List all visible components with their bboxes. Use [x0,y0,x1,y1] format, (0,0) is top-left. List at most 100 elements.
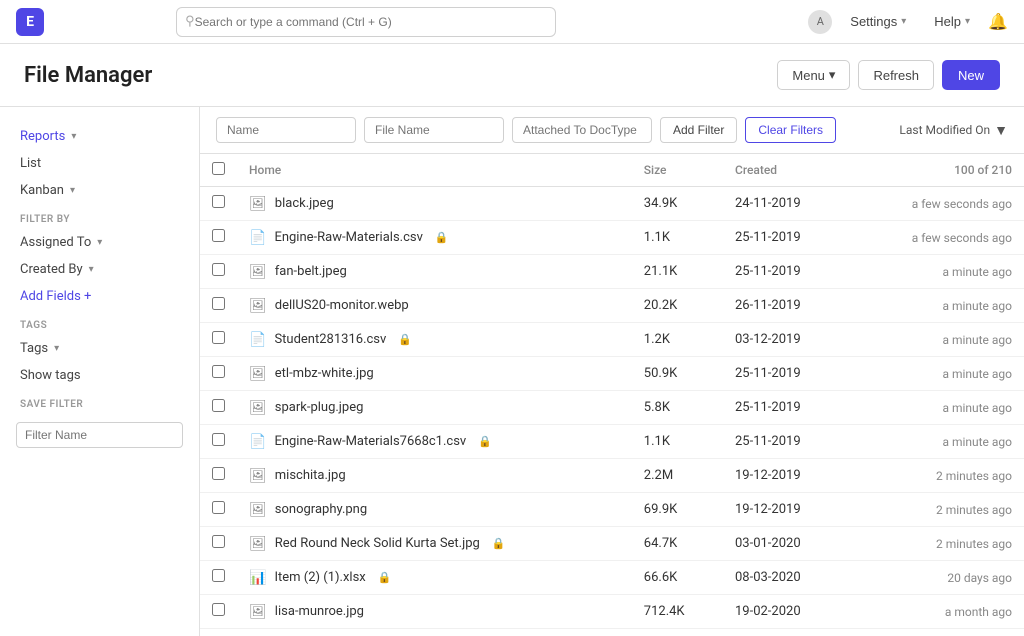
file-name-cell: 🖼 spark-plug.jpeg [237,391,632,425]
file-modified-cell: 2 minutes ago [849,493,1024,527]
settings-chevron-icon: ▾ [901,16,906,27]
row-checkbox-cell[interactable] [200,323,237,357]
row-checkbox-cell[interactable] [200,255,237,289]
select-all-checkbox[interactable] [212,162,225,175]
sidebar-item-assigned-to[interactable]: Assigned To ▾ [0,229,199,256]
row-checkbox[interactable] [212,433,225,446]
row-checkbox[interactable] [212,501,225,514]
sidebar-item-created-by[interactable]: Created By ▾ [0,256,199,283]
search-bar[interactable]: ⚲ [176,7,556,37]
search-input[interactable] [195,15,547,29]
file-modified-cell: a minute ago [849,391,1024,425]
bell-icon[interactable]: 🔔 [988,12,1008,31]
file-name-cell: 📄 Engine-Raw-Materials.csv 🔒 [237,221,632,255]
table-row: 📄 Engine-Raw-Materials.csv 🔒 1.1K 25-11-… [200,221,1024,255]
row-checkbox-cell[interactable] [200,493,237,527]
file-name-text[interactable]: black.jpeg [275,196,334,211]
file-name-text[interactable]: Engine-Raw-Materials7668c1.csv [274,434,466,449]
sidebar-item-tags[interactable]: Tags ▾ [0,335,199,362]
file-name-text[interactable]: mischita.jpg [275,468,346,483]
row-checkbox-cell[interactable] [200,289,237,323]
row-checkbox-cell[interactable] [200,459,237,493]
file-name-text[interactable]: spark-plug.jpeg [275,400,364,415]
sidebar-item-kanban[interactable]: Kanban ▾ [0,177,199,204]
file-created-cell: 25-11-2019 [723,357,849,391]
tags-label: TAGS [0,310,199,335]
sidebar-item-show-tags[interactable]: Show tags [0,362,199,389]
file-size-cell: 64.7K [632,527,723,561]
file-created-cell: 19-02-2020 [723,595,849,629]
row-checkbox-cell[interactable] [200,391,237,425]
file-size-cell: 1.2K [632,323,723,357]
row-checkbox-cell[interactable] [200,221,237,255]
row-checkbox-cell[interactable] [200,357,237,391]
file-name-cell: 🖼 Red Round Neck Solid Kurta Set.jpg 🔒 [237,527,632,561]
file-name-text[interactable]: Engine-Raw-Materials.csv [274,230,422,245]
menu-button[interactable]: Menu ▾ [777,60,850,90]
row-checkbox[interactable] [212,399,225,412]
table-row: 🖼 fan-belt.jpeg 21.1K 25-11-2019 a minut… [200,255,1024,289]
file-name-text[interactable]: etl-mbz-white.jpg [275,366,374,381]
file-name-text[interactable]: Student281316.csv [274,332,386,347]
file-type-icon: 🖼 [249,400,267,416]
file-type-icon: 📄 [249,434,266,450]
file-size-cell: 66.6K [632,561,723,595]
file-type-icon: 📊 [249,570,266,586]
row-checkbox[interactable] [212,365,225,378]
file-name-filter-input[interactable] [364,117,504,143]
file-type-icon: 📄 [249,332,266,348]
row-checkbox[interactable] [212,195,225,208]
sidebar-item-add-fields[interactable]: Add Fields + [0,283,199,310]
file-type-icon: 🖼 [249,536,267,552]
sidebar-item-list[interactable]: List [0,150,199,177]
add-filter-button[interactable]: Add Filter [660,117,737,143]
sort-direction-button[interactable]: ▼ [994,122,1008,138]
search-icon: ⚲ [185,14,195,29]
new-button[interactable]: New [942,60,1000,90]
clear-filters-button[interactable]: Clear Filters [745,117,836,143]
row-checkbox[interactable] [212,569,225,582]
file-created-cell: 08-03-2020 [723,561,849,595]
select-all-header[interactable] [200,154,237,187]
row-checkbox[interactable] [212,263,225,276]
table-row: 🖼 dellUS20-monitor.webp 20.2K 26-11-2019… [200,289,1024,323]
row-checkbox-cell[interactable] [200,187,237,221]
row-checkbox[interactable] [212,603,225,616]
reports-chevron-icon: ▾ [71,131,76,142]
help-button[interactable]: Help ▾ [924,10,980,33]
table-row: 📄 Engine-Raw-Materials7668c1.csv 🔒 1.1K … [200,425,1024,459]
row-checkbox[interactable] [212,297,225,310]
file-size-cell: 21.1K [632,255,723,289]
main-content: Add Filter Clear Filters Last Modified O… [200,107,1024,636]
row-checkbox[interactable] [212,229,225,242]
file-name-text[interactable]: lisa-munroe.jpg [275,604,364,619]
row-checkbox[interactable] [212,331,225,344]
row-checkbox[interactable] [212,535,225,548]
row-checkbox[interactable] [212,467,225,480]
sidebar: Reports ▾ List Kanban ▾ FILTER BY Assign… [0,107,200,636]
lock-icon: 🔒 [478,435,492,448]
file-type-icon: 📄 [249,230,266,246]
sidebar-item-reports[interactable]: Reports ▾ [0,123,199,150]
file-name-text[interactable]: Item (2) (1).xlsx [274,570,365,585]
file-size-cell: 1.1K [632,221,723,255]
file-created-cell: 25-11-2019 [723,221,849,255]
file-name-text[interactable]: dellUS20-monitor.webp [275,298,409,313]
row-checkbox-cell[interactable] [200,595,237,629]
filter-name-input[interactable] [16,422,183,448]
file-type-icon: 🖼 [249,468,267,484]
file-modified-cell: a minute ago [849,357,1024,391]
file-size-cell: 69.9K [632,493,723,527]
refresh-button[interactable]: Refresh [858,60,934,90]
file-type-icon: 🖼 [249,604,267,620]
file-modified-cell: a few seconds ago [849,187,1024,221]
attached-to-doctype-filter-input[interactable] [512,117,652,143]
file-name-text[interactable]: Red Round Neck Solid Kurta Set.jpg [275,536,480,551]
file-name-text[interactable]: fan-belt.jpeg [275,264,347,279]
row-checkbox-cell[interactable] [200,527,237,561]
name-filter-input[interactable] [216,117,356,143]
row-checkbox-cell[interactable] [200,425,237,459]
settings-button[interactable]: Settings ▾ [840,10,916,33]
row-checkbox-cell[interactable] [200,561,237,595]
file-name-text[interactable]: sonography.png [275,502,367,517]
